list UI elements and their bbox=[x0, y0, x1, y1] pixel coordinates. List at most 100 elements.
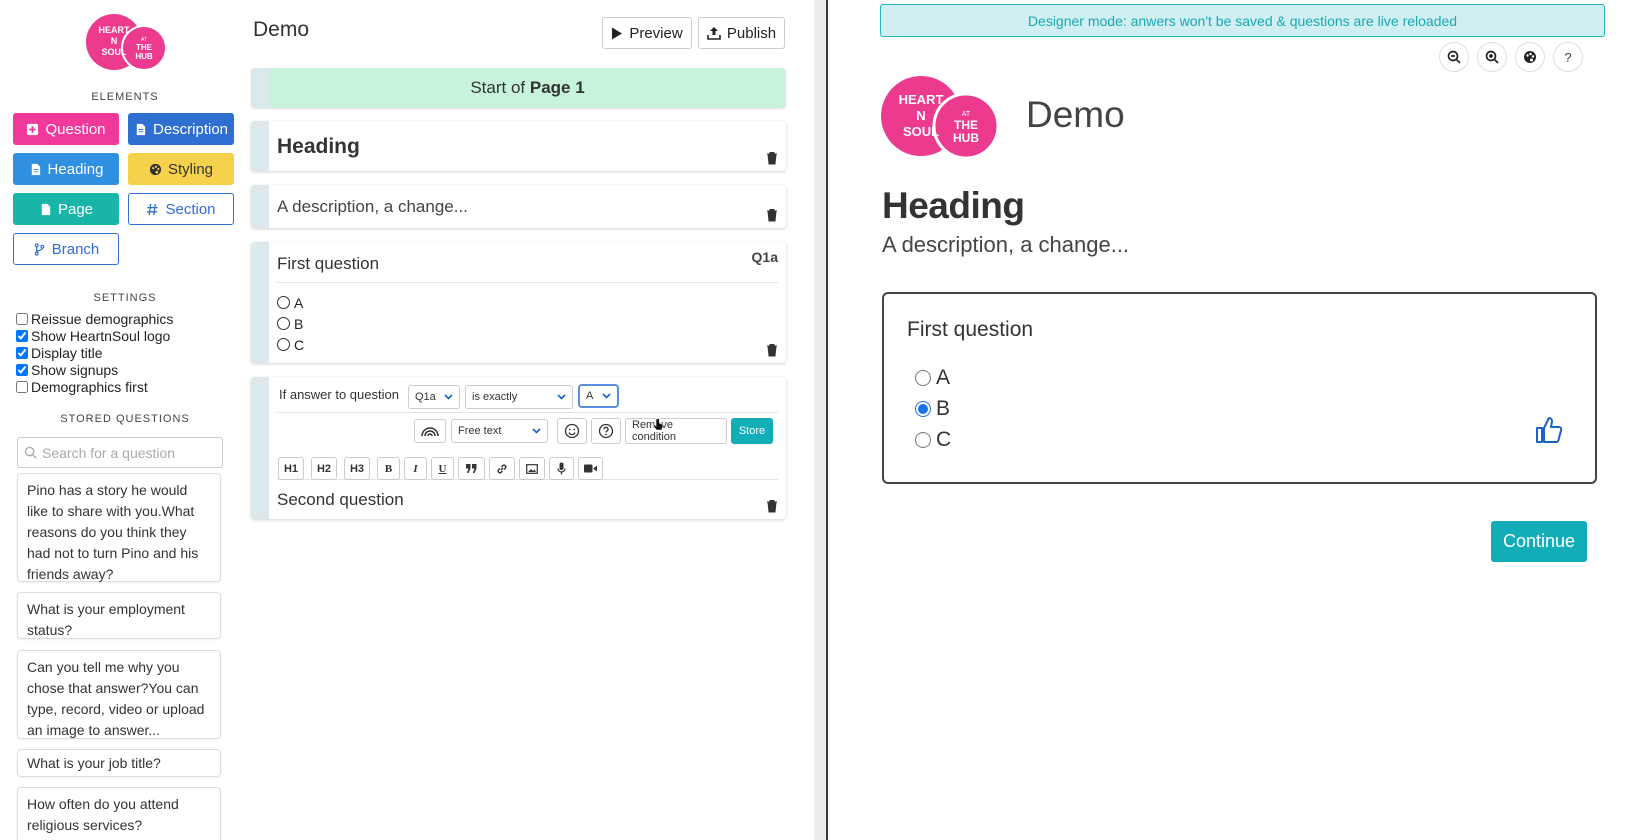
description-card[interactable]: A description, a change... bbox=[251, 185, 786, 228]
image-icon bbox=[526, 463, 538, 474]
trash-icon[interactable] bbox=[766, 343, 778, 357]
smile-icon bbox=[564, 423, 580, 439]
video-button[interactable] bbox=[578, 457, 603, 480]
italic-button[interactable]: I bbox=[404, 457, 427, 480]
setting-show-signups[interactable]: Show signups bbox=[16, 362, 118, 378]
rainbow-toggle[interactable] bbox=[414, 419, 446, 443]
setting-display-title[interactable]: Display title bbox=[16, 345, 103, 361]
stored-question[interactable]: Can you tell me why you chose that answe… bbox=[17, 650, 221, 739]
quote-button[interactable] bbox=[458, 457, 485, 480]
remove-condition-button[interactable]: Remove condition bbox=[625, 418, 727, 444]
add-branch-label: Branch bbox=[51, 240, 100, 258]
question-text: First question bbox=[277, 254, 380, 273]
link-button[interactable] bbox=[489, 457, 515, 480]
sidebar: HEART N SOUL AT THE HUB ELEMENTS Questio… bbox=[0, 0, 250, 840]
zoom-in-icon bbox=[1485, 50, 1499, 64]
preview-option-a[interactable]: A bbox=[915, 366, 950, 390]
stored-question[interactable]: How often do you attend religious servic… bbox=[17, 787, 221, 840]
microphone-button[interactable] bbox=[549, 457, 574, 480]
pane-splitter[interactable] bbox=[814, 0, 828, 840]
chevron-down-icon bbox=[602, 393, 611, 399]
option-c: C bbox=[277, 334, 304, 355]
checkbox[interactable] bbox=[16, 381, 28, 393]
add-heading-label: Heading bbox=[47, 160, 104, 178]
help-button[interactable] bbox=[591, 418, 621, 444]
condition-question-select[interactable]: Q1a bbox=[408, 385, 460, 409]
heading-card[interactable]: Heading bbox=[251, 121, 786, 171]
preview-description: A description, a change... bbox=[882, 232, 1130, 257]
answer-type-select[interactable]: Free text bbox=[451, 419, 548, 443]
emoji-button[interactable] bbox=[557, 418, 587, 444]
add-page-button[interactable]: Page bbox=[13, 193, 119, 225]
thumbs-up-icon[interactable] bbox=[1535, 416, 1563, 444]
add-description-button[interactable]: Description bbox=[128, 113, 234, 145]
preview-button[interactable]: Preview bbox=[602, 17, 692, 49]
palette-icon bbox=[1524, 51, 1536, 63]
preview-label: Preview bbox=[629, 24, 683, 42]
preview-question-text: First question bbox=[907, 318, 1034, 341]
stored-question[interactable]: What is your employment status? bbox=[17, 592, 221, 639]
trash-icon[interactable] bbox=[766, 151, 778, 165]
radio-icon[interactable] bbox=[915, 432, 931, 448]
zoom-in-button[interactable] bbox=[1477, 42, 1507, 72]
elements-heading: ELEMENTS bbox=[91, 91, 159, 103]
question-card[interactable]: First question Q1a A B C bbox=[251, 242, 786, 363]
store-button[interactable]: Store bbox=[731, 418, 773, 444]
add-page-label: Page bbox=[57, 200, 94, 218]
add-section-button[interactable]: Section bbox=[128, 193, 234, 225]
help-button[interactable]: ? bbox=[1553, 42, 1583, 72]
image-button[interactable] bbox=[519, 457, 545, 480]
svg-text:HEART: HEART bbox=[99, 25, 131, 35]
checkbox[interactable] bbox=[16, 313, 28, 325]
setting-reissue-demographics[interactable]: Reissue demographics bbox=[16, 311, 173, 327]
stored-question[interactable]: Pino has a story he would like to share … bbox=[17, 473, 221, 582]
upload-icon bbox=[707, 27, 721, 40]
underline-button[interactable]: U bbox=[431, 457, 454, 480]
svg-text:HUB: HUB bbox=[953, 131, 979, 145]
setting-show-logo[interactable]: Show HeartnSoul logo bbox=[16, 328, 170, 344]
cursor-hand-icon bbox=[652, 418, 664, 431]
checkbox[interactable] bbox=[16, 364, 28, 376]
theme-button[interactable] bbox=[1515, 42, 1545, 72]
plus-square-icon bbox=[27, 123, 39, 135]
svg-text:AT: AT bbox=[962, 111, 971, 118]
radio-selected-icon[interactable] bbox=[915, 401, 931, 417]
stored-question[interactable]: What is your job title? bbox=[17, 749, 221, 777]
file-icon bbox=[41, 203, 51, 215]
add-branch-button[interactable]: Branch bbox=[13, 233, 119, 265]
h2-button[interactable]: H2 bbox=[311, 457, 337, 480]
zoom-out-button[interactable] bbox=[1439, 42, 1469, 72]
publish-button[interactable]: Publish bbox=[698, 17, 785, 49]
radio-icon bbox=[277, 317, 290, 330]
add-heading-button[interactable]: Heading bbox=[13, 153, 119, 185]
h3-button[interactable]: H3 bbox=[344, 457, 370, 480]
checkbox[interactable] bbox=[16, 330, 28, 342]
setting-demographics-first[interactable]: Demographics first bbox=[16, 379, 148, 395]
add-styling-button[interactable]: Styling bbox=[128, 153, 234, 185]
h1-button[interactable]: H1 bbox=[278, 457, 304, 480]
checkbox[interactable] bbox=[16, 347, 28, 359]
divider bbox=[277, 412, 778, 413]
bold-button[interactable]: B bbox=[377, 457, 400, 480]
preview-option-b[interactable]: B bbox=[915, 397, 950, 421]
zoom-out-icon bbox=[1447, 50, 1461, 64]
add-question-button[interactable]: Question bbox=[13, 113, 119, 145]
continue-button[interactable]: Continue bbox=[1491, 521, 1587, 562]
quote-icon bbox=[466, 464, 477, 473]
preview-option-c[interactable]: C bbox=[915, 428, 951, 452]
designer-mode-banner: Designer mode: anwers won't be saved & q… bbox=[880, 4, 1605, 37]
question-id: Q1a bbox=[751, 249, 778, 265]
stored-question-search[interactable]: Search for a question bbox=[17, 437, 223, 468]
radio-icon bbox=[277, 296, 290, 309]
condition-label: If answer to question bbox=[279, 387, 399, 402]
condition-operator-select[interactable]: is exactly bbox=[465, 385, 573, 409]
trash-icon[interactable] bbox=[766, 499, 778, 513]
page-start-banner[interactable]: Start of Page 1 bbox=[251, 68, 786, 108]
question-text: Second question bbox=[277, 490, 404, 509]
trash-icon[interactable] bbox=[766, 208, 778, 222]
radio-icon[interactable] bbox=[915, 370, 931, 386]
svg-text:THE: THE bbox=[954, 118, 978, 132]
link-icon bbox=[497, 464, 507, 473]
heartnsoul-logo: HEART N SOUL AT THE HUB bbox=[881, 76, 1000, 160]
condition-value-select[interactable]: A bbox=[578, 384, 619, 408]
